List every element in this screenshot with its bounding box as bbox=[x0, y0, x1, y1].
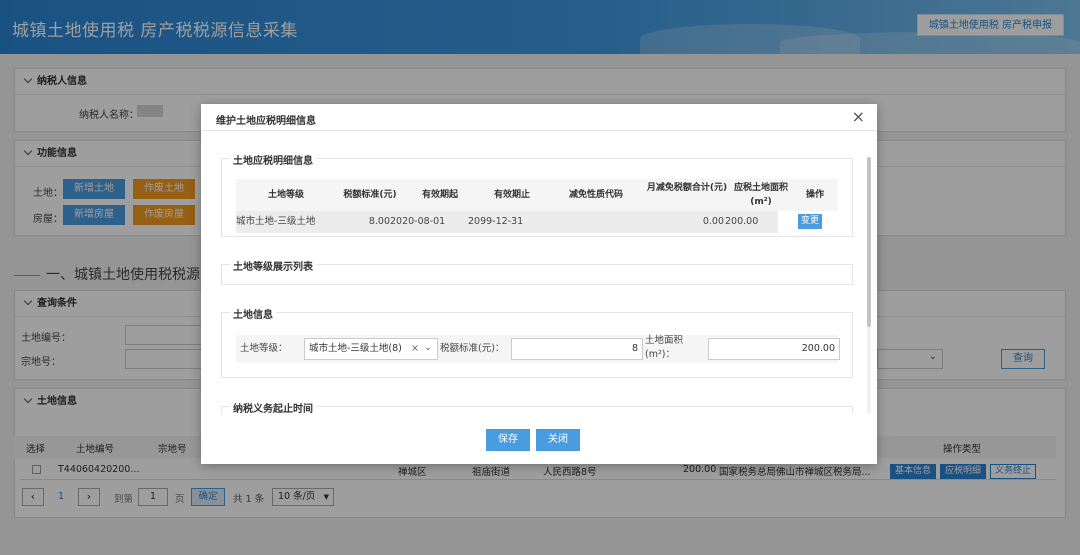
row-rate: 8.00 bbox=[368, 216, 390, 227]
close-icon[interactable]: × bbox=[852, 108, 865, 126]
period-section-title: 纳税义务起止时间 bbox=[230, 400, 316, 414]
dialog-footer: 保存 关闭 bbox=[201, 414, 877, 464]
col-end: 有效期止 bbox=[493, 190, 530, 200]
col-taxable-area: 应税土地面积(m²) bbox=[733, 183, 788, 207]
area-label: 土地面积(m²)： bbox=[645, 335, 684, 360]
row-grade: 城市土地-三级土地 bbox=[236, 216, 316, 227]
rate-label: 税额标准(元)： bbox=[440, 343, 505, 354]
row-end: 2099-12-31 bbox=[468, 216, 524, 227]
dialog-scrollbar[interactable] bbox=[867, 157, 871, 413]
grade-select-value: 城市土地-三级土地(8) bbox=[309, 343, 402, 354]
detail-section-title: 土地应税明细信息 bbox=[230, 152, 316, 167]
col-grade: 土地等级 bbox=[267, 190, 304, 200]
area-input[interactable]: 200.00 bbox=[708, 338, 840, 360]
row-start: 2020-08-01 bbox=[390, 216, 446, 227]
col-reduction-code: 减免性质代码 bbox=[568, 190, 623, 200]
grade-list-fieldset: 土地等级展示列表 bbox=[221, 258, 853, 285]
dialog-body[interactable]: 土地应税明细信息 土地等级 税额标准(元) 有效期起 有效期止 减免性质代码 月… bbox=[201, 131, 877, 414]
land-tax-detail-dialog: 维护土地应税明细信息 × 土地应税明细信息 土地等级 税额标准(元) 有效期起 … bbox=[201, 104, 877, 464]
change-button[interactable]: 变更 bbox=[798, 214, 822, 229]
col-monthly-reduction: 月减免税额合计(元) bbox=[646, 183, 728, 193]
land-info-section-title: 土地信息 bbox=[230, 306, 276, 321]
grade-label: 土地等级： bbox=[240, 343, 288, 354]
detail-fieldset: 土地应税明细信息 土地等级 税额标准(元) 有效期起 有效期止 减免性质代码 月… bbox=[221, 152, 853, 237]
land-info-fieldset: 土地信息 土地等级： 城市土地-三级土地(8) × ⌄ 税额标准(元)： 8 土… bbox=[221, 306, 853, 378]
dialog-scrollbar-thumb[interactable] bbox=[867, 157, 871, 327]
period-fieldset: 纳税义务起止时间 bbox=[221, 400, 853, 414]
col-action: 操作 bbox=[805, 190, 824, 200]
chevron-down-icon: ⌄ bbox=[424, 342, 432, 353]
row-monthly-reduction: 0.00 bbox=[702, 216, 724, 227]
grade-list-section-title: 土地等级展示列表 bbox=[230, 258, 316, 273]
rate-input[interactable]: 8 bbox=[511, 338, 643, 360]
row-taxable-area: 200.00 bbox=[725, 216, 759, 227]
col-start: 有效期起 bbox=[421, 190, 458, 200]
detail-table-header: 土地等级 税额标准(元) 有效期起 有效期止 减免性质代码 月减免税额合计(元)… bbox=[236, 179, 838, 211]
col-rate: 税额标准(元) bbox=[343, 190, 397, 200]
dialog-title: 维护土地应税明细信息 bbox=[216, 116, 316, 127]
save-button[interactable]: 保存 bbox=[486, 429, 530, 451]
clear-icon[interactable]: × bbox=[411, 339, 419, 359]
grade-select[interactable]: 城市土地-三级土地(8) × ⌄ bbox=[304, 338, 438, 360]
dialog-header: 维护土地应税明细信息 × bbox=[201, 104, 877, 131]
close-button[interactable]: 关闭 bbox=[536, 429, 580, 451]
